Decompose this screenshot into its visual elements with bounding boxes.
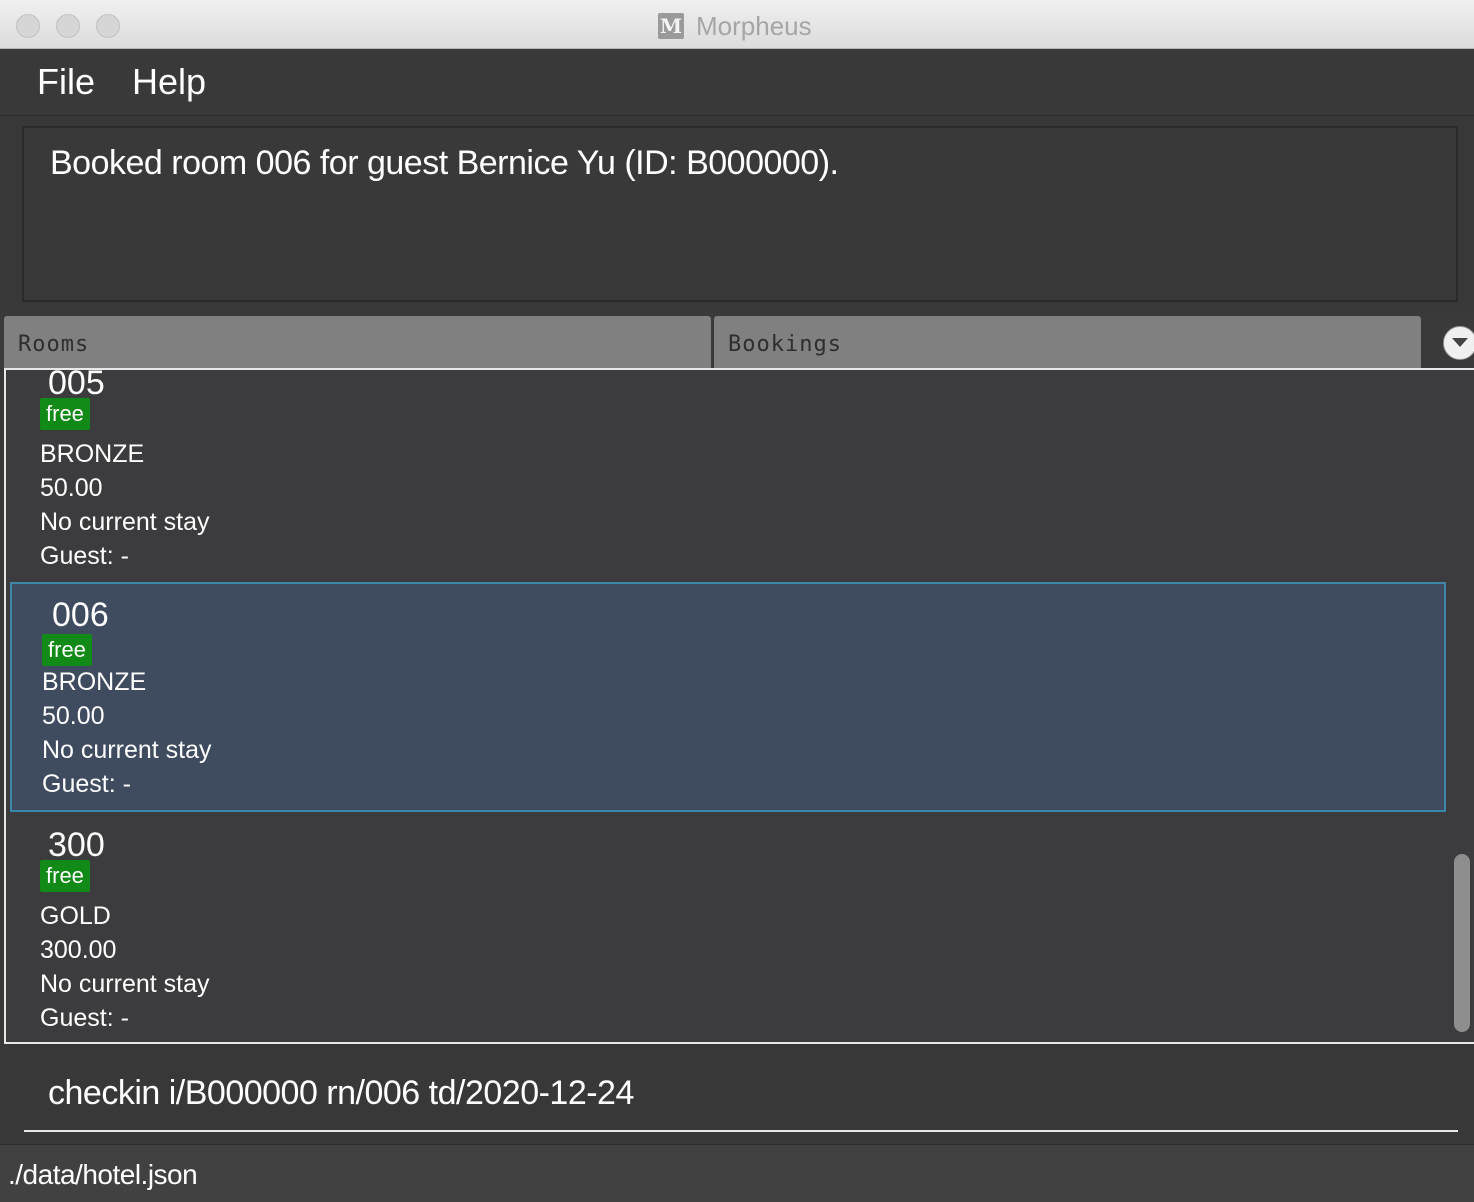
scrollbar-thumb[interactable] <box>1454 854 1470 1032</box>
list-scrollbar[interactable] <box>1450 370 1474 1042</box>
room-guest: Guest: - <box>40 1004 129 1032</box>
menu-help[interactable]: Help <box>132 61 206 103</box>
status-bar: ./data/hotel.json <box>0 1144 1474 1202</box>
menu-file[interactable]: File <box>37 61 95 103</box>
window-title-group: M Morpheus <box>658 10 812 41</box>
status-badge: free <box>42 634 92 666</box>
room-price: 300.00 <box>40 936 117 964</box>
room-guest: Guest: - <box>42 770 131 798</box>
room-stay: No current stay <box>40 508 210 536</box>
tab-bar: Rooms Bookings <box>0 313 1474 369</box>
room-guest: Guest: - <box>40 542 129 570</box>
room-list[interactable]: 005 free BRONZE 50.00 No current stay Gu… <box>4 368 1474 1044</box>
room-number: 006 <box>52 596 109 634</box>
room-price: 50.00 <box>42 702 105 730</box>
tab-rooms[interactable]: Rooms <box>4 316 711 368</box>
close-window-button[interactable] <box>16 14 40 38</box>
tab-bookings[interactable]: Bookings <box>714 316 1421 368</box>
menu-bar: File Help <box>0 49 1474 116</box>
save-location-path: ./data/hotel.json <box>8 1159 198 1190</box>
app-logo-icon: M <box>658 13 684 39</box>
result-display-panel: Booked room 006 for guest Bernice Yu (ID… <box>0 116 1474 312</box>
room-card[interactable]: 005 free BRONZE 50.00 No current stay Gu… <box>10 370 1446 580</box>
result-message: Booked room 006 for guest Bernice Yu (ID… <box>50 144 839 182</box>
title-bar: M Morpheus <box>0 0 1474 49</box>
tab-overflow-chevron-down-icon[interactable] <box>1443 326 1474 360</box>
app-window: M Morpheus File Help Booked room 006 for… <box>0 0 1474 1202</box>
room-card[interactable]: 300 free GOLD 300.00 No current stay Gue… <box>10 812 1446 1042</box>
room-price: 50.00 <box>40 474 103 502</box>
window-title: Morpheus <box>696 10 812 41</box>
room-stay: No current stay <box>42 736 212 764</box>
room-tier: BRONZE <box>42 668 147 696</box>
command-input[interactable] <box>24 1056 1458 1132</box>
tab-bookings-label: Bookings <box>728 332 842 357</box>
result-display[interactable]: Booked room 006 for guest Bernice Yu (ID… <box>22 126 1458 302</box>
minimize-window-button[interactable] <box>56 14 80 38</box>
tab-rooms-label: Rooms <box>18 332 90 357</box>
room-tier: GOLD <box>40 902 111 930</box>
zoom-window-button[interactable] <box>96 14 120 38</box>
room-stay: No current stay <box>40 970 210 998</box>
status-badge: free <box>40 398 90 430</box>
room-tier: BRONZE <box>40 440 145 468</box>
command-box <box>0 1046 1474 1144</box>
room-card-selected[interactable]: 006 free BRONZE 50.00 No current stay Gu… <box>10 582 1446 812</box>
status-badge: free <box>40 860 90 892</box>
